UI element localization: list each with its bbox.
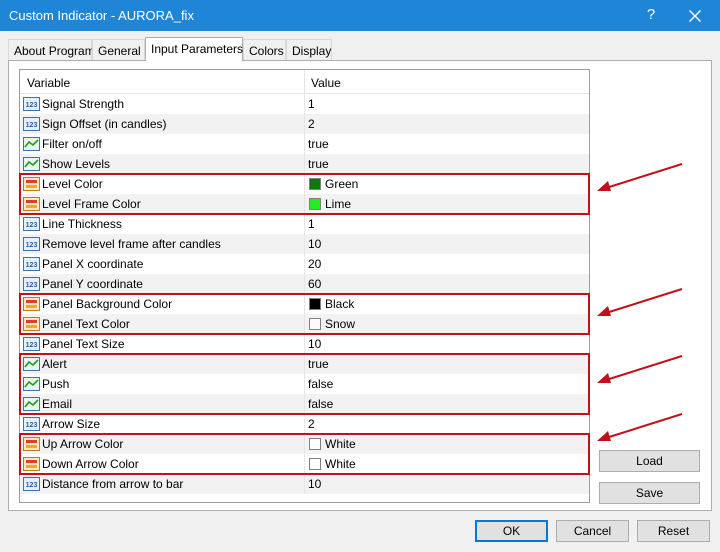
red-arrow-icon [597, 163, 683, 191]
table-row[interactable]: 123 Panel X coordinate 20 [20, 254, 589, 274]
highlight-box-arrow-colors [19, 433, 590, 475]
reset-button[interactable]: Reset [637, 520, 710, 542]
parameter-value[interactable]: 2 [308, 417, 315, 431]
tab-about-program[interactable]: About Program [8, 39, 95, 60]
table-row[interactable]: 123 Distance from arrow to bar 10 [20, 474, 589, 494]
boolean-type-icon [23, 157, 40, 171]
column-divider [304, 70, 305, 94]
table-row[interactable]: 123 Signal Strength 1 [20, 94, 589, 114]
parameter-value[interactable]: 2 [308, 117, 315, 131]
integer-type-icon: 123 [23, 257, 40, 271]
svg-text:123: 123 [26, 342, 38, 349]
ok-button[interactable]: OK [475, 520, 548, 542]
parameter-name: Distance from arrow to bar [42, 477, 184, 491]
svg-text:123: 123 [26, 282, 38, 289]
grid-header: Variable Value [20, 70, 589, 94]
svg-text:123: 123 [26, 242, 38, 249]
column-divider [304, 414, 305, 434]
tab-colors[interactable]: Colors [243, 39, 286, 60]
table-row[interactable]: 123 Arrow Size 2 [20, 414, 589, 434]
table-row[interactable]: 123 Sign Offset (in candles) 2 [20, 114, 589, 134]
save-button[interactable]: Save [599, 482, 700, 504]
red-arrow-icon [597, 355, 683, 383]
red-arrow-icon [597, 413, 683, 441]
parameter-value[interactable]: 1 [308, 97, 315, 111]
tab-general[interactable]: General [92, 39, 145, 60]
integer-type-icon: 123 [23, 237, 40, 251]
parameter-value[interactable]: 10 [308, 337, 321, 351]
parameter-name: Filter on/off [42, 137, 102, 151]
tab-input-parameters[interactable]: Input Parameters [145, 37, 243, 61]
parameter-name: Line Thickness [42, 217, 122, 231]
parameter-name: Signal Strength [42, 97, 125, 111]
column-divider [304, 334, 305, 354]
column-divider [304, 274, 305, 294]
parameter-name: Panel Y coordinate [42, 277, 143, 291]
svg-text:123: 123 [26, 222, 38, 229]
parameter-name: Panel Text Size [42, 337, 125, 351]
column-divider [304, 234, 305, 254]
parameter-name: Panel X coordinate [42, 257, 144, 271]
boolean-type-icon [23, 137, 40, 151]
column-divider [304, 254, 305, 274]
tab-display[interactable]: Display [286, 39, 332, 60]
parameter-value[interactable]: true [308, 137, 329, 151]
highlight-box-panel-colors [19, 293, 590, 335]
column-header-value[interactable]: Value [311, 76, 341, 90]
column-divider [304, 114, 305, 134]
parameter-value[interactable]: 20 [308, 257, 321, 271]
parameter-value[interactable]: 10 [308, 477, 321, 491]
column-divider [304, 134, 305, 154]
svg-text:123: 123 [26, 422, 38, 429]
parameter-value[interactable]: 10 [308, 237, 321, 251]
window-title: Custom Indicator - AURORA_fix [9, 8, 194, 23]
close-button[interactable] [680, 4, 710, 28]
column-header-variable[interactable]: Variable [27, 76, 70, 90]
integer-type-icon: 123 [23, 117, 40, 131]
parameter-name: Show Levels [42, 157, 111, 171]
integer-type-icon: 123 [23, 417, 40, 431]
parameter-name: Arrow Size [42, 417, 101, 431]
column-divider [304, 214, 305, 234]
integer-type-icon: 123 [23, 337, 40, 351]
cancel-button[interactable]: Cancel [556, 520, 629, 542]
table-row[interactable]: 123 Panel Y coordinate 60 [20, 274, 589, 294]
integer-type-icon: 123 [23, 97, 40, 111]
integer-type-icon: 123 [23, 477, 40, 491]
svg-text:123: 123 [26, 102, 38, 109]
close-icon [689, 10, 701, 22]
parameter-value[interactable]: 1 [308, 217, 315, 231]
integer-type-icon: 123 [23, 217, 40, 231]
column-divider [304, 474, 305, 494]
parameter-name: Sign Offset (in candles) [42, 117, 167, 131]
svg-text:123: 123 [26, 122, 38, 129]
parameter-name: Remove level frame after candles [42, 237, 221, 251]
table-row[interactable]: 123 Remove level frame after candles 10 [20, 234, 589, 254]
column-divider [304, 154, 305, 174]
integer-type-icon: 123 [23, 277, 40, 291]
load-button[interactable]: Load [599, 450, 700, 472]
table-row[interactable]: 123 Panel Text Size 10 [20, 334, 589, 354]
column-divider [304, 94, 305, 114]
red-arrow-icon [597, 288, 683, 316]
table-row[interactable]: Filter on/off true [20, 134, 589, 154]
highlight-box-level-colors [19, 173, 590, 215]
parameter-value[interactable]: true [308, 157, 329, 171]
svg-text:123: 123 [26, 262, 38, 269]
table-row[interactable]: 123 Line Thickness 1 [20, 214, 589, 234]
highlight-box-notifications [19, 353, 590, 415]
table-row[interactable]: Show Levels true [20, 154, 589, 174]
title-bar: Custom Indicator - AURORA_fix ? [0, 0, 720, 31]
parameter-value[interactable]: 60 [308, 277, 321, 291]
svg-text:123: 123 [26, 482, 38, 489]
help-button[interactable]: ? [640, 4, 662, 26]
